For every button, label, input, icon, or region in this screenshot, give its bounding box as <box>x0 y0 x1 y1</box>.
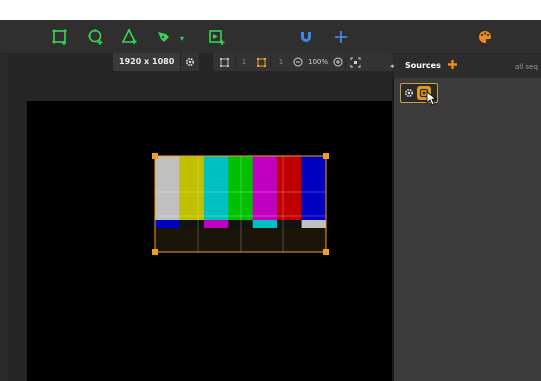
magnet-icon[interactable] <box>294 25 318 49</box>
polygon-tool-icon[interactable] <box>118 25 142 49</box>
add-icon[interactable] <box>329 25 353 49</box>
fit-to-screen-icon[interactable] <box>346 53 364 71</box>
top-color-bar-4 <box>252 156 278 220</box>
resolution-label[interactable]: 1920 x 1080 <box>113 53 181 71</box>
rectangle-tool-icon[interactable] <box>48 25 72 49</box>
palette-icon[interactable] <box>473 25 497 49</box>
frame-outline-icon[interactable] <box>213 53 235 71</box>
mid-color-bar-2 <box>203 220 229 228</box>
zoom-out-icon[interactable] <box>291 53 305 71</box>
zoom-in-icon[interactable] <box>331 53 345 71</box>
resize-handle-bottom-right[interactable] <box>323 249 329 255</box>
resolution-control: 1920 x 1080 <box>113 53 200 71</box>
frame-active-icon[interactable] <box>252 53 270 71</box>
mid-color-bar-0 <box>155 220 180 228</box>
left-gutter <box>0 54 8 381</box>
top-color-bar-3 <box>228 156 254 220</box>
sources-filter[interactable]: all seq <box>515 63 538 71</box>
top-color-bar-1 <box>179 156 205 220</box>
resize-handle-bottom-left[interactable] <box>152 249 158 255</box>
ellipse-tool-icon[interactable] <box>84 25 108 49</box>
counter-a: 1 <box>241 58 247 66</box>
mid-color-bar-5 <box>277 220 302 228</box>
mouse-cursor-icon <box>426 91 438 106</box>
resize-handle-top-right[interactable] <box>323 153 329 159</box>
top-color-bar-0 <box>155 156 180 220</box>
main-toolbar: ▾ <box>0 20 541 54</box>
zoom-level[interactable]: 100% <box>305 53 331 71</box>
add-sequence-icon[interactable] <box>205 25 229 49</box>
sources-title: Sources <box>405 61 441 70</box>
mid-color-bar-1 <box>179 220 205 228</box>
top-color-bar-5 <box>277 156 302 220</box>
window-title-bar <box>0 0 541 20</box>
mid-color-bar-3 <box>228 220 254 228</box>
counter-b: 1 <box>278 58 284 66</box>
add-source-button[interactable] <box>446 58 458 70</box>
test-pattern-layer[interactable] <box>150 152 332 256</box>
color-bars-top <box>155 156 327 220</box>
color-bars-middle <box>155 220 327 228</box>
viewport-controls: 1 1 100% <box>213 53 393 71</box>
sources-panel <box>393 54 541 381</box>
pen-tool-dropdown-icon[interactable]: ▾ <box>180 34 184 43</box>
resize-handle-top-left[interactable] <box>152 153 158 159</box>
pluge-strip <box>155 228 326 252</box>
collapse-panel-icon[interactable]: ◂ <box>390 62 394 70</box>
top-color-bar-6 <box>301 156 327 220</box>
source-settings-icon[interactable] <box>404 88 414 98</box>
gear-icon[interactable] <box>180 53 200 71</box>
pen-tool-icon[interactable] <box>152 25 176 49</box>
mid-color-bar-4 <box>252 220 278 228</box>
mid-color-bar-6 <box>301 220 327 228</box>
top-color-bar-2 <box>203 156 229 220</box>
